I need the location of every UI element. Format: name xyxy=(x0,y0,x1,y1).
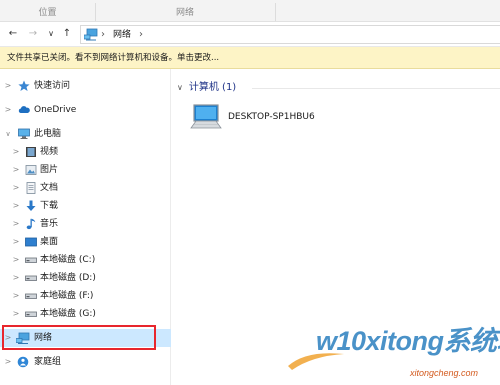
recent-locations-button[interactable]: ∨ xyxy=(44,26,58,42)
nav-item-label: 桌面 xyxy=(40,237,59,247)
watermark: w10xitong系统城 xitongcheng.com xyxy=(286,322,500,385)
breadcrumb-separator[interactable]: › xyxy=(101,27,105,43)
forward-button[interactable]: → xyxy=(26,26,40,42)
nav-item-downloads[interactable]: > 下载 xyxy=(0,197,171,215)
ribbon-group-network: 网络 xyxy=(175,8,194,18)
nav-item-local-disk-f[interactable]: > 本地磁盘 (F:) xyxy=(0,287,171,305)
nav-item-local-disk-g[interactable]: > 本地磁盘 (G:) xyxy=(0,305,171,323)
expand-chevron-icon[interactable]: > xyxy=(11,143,21,161)
music-icon xyxy=(26,218,36,230)
collapse-chevron-icon[interactable]: ∨ xyxy=(177,83,183,92)
nav-item-local-disk-d[interactable]: > 本地磁盘 (D:) xyxy=(0,269,171,287)
network-icon xyxy=(84,28,98,41)
nav-item-quick-access[interactable]: > 快速访问 xyxy=(0,77,171,95)
nav-item-pictures[interactable]: > 图片 xyxy=(0,161,171,179)
watermark-main-text: w10xitong系统城 xyxy=(316,326,500,356)
expand-chevron-icon[interactable]: > xyxy=(11,269,21,287)
ribbon-separator xyxy=(275,3,276,21)
expand-chevron-icon[interactable]: > xyxy=(11,161,21,179)
expand-chevron-icon[interactable]: > xyxy=(3,101,13,119)
cloud-icon xyxy=(18,106,30,113)
group-divider xyxy=(252,88,500,89)
ribbon-group-location: 位置 xyxy=(38,8,57,18)
nav-item-label: OneDrive xyxy=(34,105,77,115)
up-button[interactable]: ↑ xyxy=(60,26,74,42)
expand-chevron-icon[interactable]: > xyxy=(11,287,21,305)
video-icon xyxy=(26,147,36,157)
nav-item-onedrive[interactable]: > OneDrive xyxy=(0,101,171,119)
drive-icon xyxy=(25,311,37,317)
desktop-icon xyxy=(25,237,37,247)
nav-item-label: 快速访问 xyxy=(34,81,71,91)
expand-chevron-icon[interactable]: > xyxy=(11,215,21,233)
expand-chevron-icon[interactable]: > xyxy=(11,197,21,215)
collapse-chevron-icon[interactable]: ∨ xyxy=(3,125,13,143)
nav-item-label: 下载 xyxy=(40,201,59,211)
nav-item-label: 图片 xyxy=(40,165,59,175)
pictures-icon xyxy=(25,165,37,175)
watermark-site-text: xitongcheng.com xyxy=(410,368,479,378)
drive-icon xyxy=(25,275,37,281)
nav-item-label: 视频 xyxy=(40,147,59,157)
expand-chevron-icon[interactable]: > xyxy=(11,305,21,323)
star-icon xyxy=(18,80,30,91)
nav-item-documents[interactable]: > 文档 xyxy=(0,179,171,197)
highlight-box xyxy=(2,325,156,350)
file-sharing-info-bar[interactable]: 文件共享已关闭。看不到网络计算机和设备。单击更改... xyxy=(0,47,500,69)
expand-chevron-icon[interactable]: > xyxy=(11,251,21,269)
network-computer-item[interactable]: DESKTOP-SP1HBU6 xyxy=(188,104,398,132)
nav-item-label: 本地磁盘 (C:) xyxy=(40,255,96,265)
nav-item-label: 本地磁盘 (D:) xyxy=(40,273,96,283)
nav-item-label: 本地磁盘 (G:) xyxy=(40,309,96,319)
computers-group-header[interactable]: ∨ 计算机 (1) xyxy=(177,81,236,95)
computer-icon xyxy=(190,104,222,129)
nav-item-label: 家庭组 xyxy=(34,357,62,367)
nav-item-label: 本地磁盘 (F:) xyxy=(40,291,94,301)
nav-item-this-pc[interactable]: ∨ 此电脑 xyxy=(0,125,171,143)
expand-chevron-icon[interactable]: > xyxy=(11,179,21,197)
navigation-bar: ← → ∨ ↑ › 网络 › xyxy=(0,22,500,47)
expand-chevron-icon[interactable]: > xyxy=(11,233,21,251)
drive-icon xyxy=(25,293,37,299)
drive-icon xyxy=(25,257,37,263)
nav-item-homegroup[interactable]: > 家庭组 xyxy=(0,353,171,371)
documents-icon xyxy=(26,182,36,194)
nav-item-label: 此电脑 xyxy=(34,129,62,139)
nav-item-music[interactable]: > 音乐 xyxy=(0,215,171,233)
computer-name: DESKTOP-SP1HBU6 xyxy=(228,112,315,122)
nav-item-desktop[interactable]: > 桌面 xyxy=(0,233,171,251)
nav-item-label: 文档 xyxy=(40,183,59,193)
address-bar[interactable]: › 网络 › xyxy=(80,25,500,44)
download-icon xyxy=(26,200,36,211)
expand-chevron-icon[interactable]: > xyxy=(3,77,13,95)
navigation-pane: > 快速访问 > OneDrive ∨ 此电脑 > 视频 > 图片 > 文档 >… xyxy=(0,69,171,385)
breadcrumb-network[interactable]: 网络 xyxy=(113,27,131,43)
computer-icon xyxy=(18,128,30,139)
ribbon-group-labels: 位置 网络 xyxy=(0,0,500,22)
group-title: 计算机 (1) xyxy=(188,82,237,93)
homegroup-icon xyxy=(17,356,29,368)
nav-item-videos[interactable]: > 视频 xyxy=(0,143,171,161)
breadcrumb-separator[interactable]: › xyxy=(139,27,143,43)
nav-item-local-disk-c[interactable]: > 本地磁盘 (C:) xyxy=(0,251,171,269)
expand-chevron-icon[interactable]: > xyxy=(3,353,13,371)
back-button[interactable]: ← xyxy=(6,26,20,42)
nav-item-label: 音乐 xyxy=(40,219,59,229)
